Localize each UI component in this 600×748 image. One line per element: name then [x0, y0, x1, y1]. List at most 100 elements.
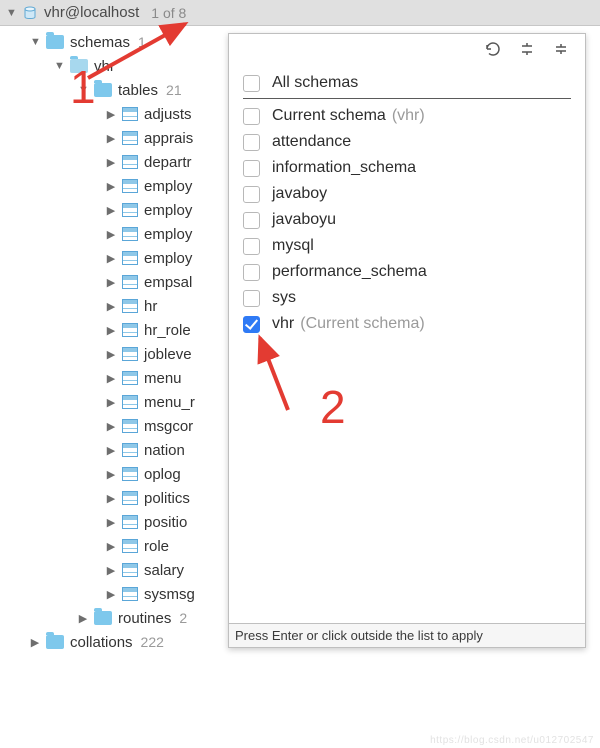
table-icon — [122, 251, 138, 265]
schema-checkbox[interactable]: performance_schema — [243, 259, 571, 285]
chevron-right-icon[interactable] — [106, 348, 116, 361]
chevron-right-icon[interactable] — [106, 564, 116, 577]
schema-label: mysql — [272, 237, 314, 255]
schemas-label: schemas — [70, 34, 130, 51]
all-schemas-checkbox[interactable]: All schemas — [243, 70, 571, 96]
checkbox-icon — [243, 212, 260, 229]
current-schema-label: Current schema — [272, 107, 386, 125]
table-label: jobleve — [144, 346, 192, 363]
chevron-right-icon[interactable] — [106, 468, 116, 481]
chevron-right-icon[interactable] — [106, 324, 116, 337]
table-icon — [122, 275, 138, 289]
chevron-right-icon[interactable] — [106, 372, 116, 385]
collapse-all-icon[interactable] — [551, 39, 571, 59]
schema-checkbox[interactable]: attendance — [243, 129, 571, 155]
table-icon — [122, 323, 138, 337]
checkbox-icon — [243, 75, 260, 92]
chevron-right-icon[interactable] — [106, 420, 116, 433]
schema-checkbox[interactable]: mysql — [243, 233, 571, 259]
table-label: menu — [144, 370, 182, 387]
database-connection-icon — [22, 5, 38, 21]
schema-visible-count[interactable]: 1 of 8 — [151, 5, 186, 21]
chevron-right-icon[interactable] — [106, 300, 116, 313]
chevron-right-icon[interactable] — [106, 252, 116, 265]
collations-count: 222 — [141, 634, 164, 650]
connection-bar: vhr@localhost 1 of 8 — [0, 0, 600, 26]
schema-checkbox[interactable]: javaboyu — [243, 207, 571, 233]
chevron-right-icon[interactable] — [106, 204, 116, 217]
folder-icon — [46, 635, 64, 649]
schema-label: attendance — [272, 133, 351, 151]
table-label: hr_role — [144, 322, 191, 339]
schema-label: javaboyu — [272, 211, 336, 229]
schema-checkbox[interactable]: vhr(Current schema) — [243, 311, 571, 337]
table-label: adjusts — [144, 106, 192, 123]
chevron-right-icon[interactable] — [106, 396, 116, 409]
chevron-down-icon[interactable] — [6, 7, 16, 19]
table-label: nation — [144, 442, 185, 459]
schema-checkbox[interactable]: sys — [243, 285, 571, 311]
divider — [243, 98, 571, 99]
chevron-right-icon[interactable] — [106, 492, 116, 505]
table-icon — [122, 107, 138, 121]
schema-label: sys — [272, 289, 296, 307]
chevron-right-icon[interactable] — [106, 108, 116, 121]
table-icon — [122, 563, 138, 577]
chevron-right-icon[interactable] — [106, 132, 116, 145]
chevron-right-icon[interactable] — [106, 588, 116, 601]
connection-title[interactable]: vhr@localhost — [44, 4, 139, 21]
schema-label: javaboy — [272, 185, 327, 203]
table-label: role — [144, 538, 169, 555]
chevron-down-icon[interactable] — [54, 60, 64, 72]
checkbox-icon — [243, 290, 260, 307]
chevron-right-icon[interactable] — [106, 156, 116, 169]
db-label: vhr — [94, 58, 115, 75]
table-label: hr — [144, 298, 157, 315]
checkbox-icon — [243, 264, 260, 281]
table-label: positio — [144, 514, 187, 531]
table-icon — [122, 227, 138, 241]
table-icon — [122, 419, 138, 433]
table-icon — [122, 587, 138, 601]
chevron-right-icon[interactable] — [30, 636, 40, 649]
chevron-right-icon[interactable] — [106, 516, 116, 529]
table-icon — [122, 539, 138, 553]
table-icon — [122, 515, 138, 529]
popup-body: All schemas Current schema (vhr) attenda… — [229, 64, 585, 623]
collations-label: collations — [70, 634, 133, 651]
chevron-right-icon[interactable] — [106, 180, 116, 193]
chevron-down-icon[interactable] — [30, 36, 40, 48]
folder-icon — [94, 83, 112, 97]
table-label: oplog — [144, 466, 181, 483]
expand-all-icon[interactable] — [517, 39, 537, 59]
checkbox-icon — [243, 160, 260, 177]
table-icon — [122, 395, 138, 409]
table-label: empsal — [144, 274, 192, 291]
watermark: https://blog.csdn.net/u012702547 — [430, 735, 594, 746]
table-label: apprais — [144, 130, 193, 147]
chevron-right-icon[interactable] — [78, 612, 88, 625]
popup-hint: Press Enter or click outside the list to… — [229, 623, 585, 647]
table-label: salary — [144, 562, 184, 579]
table-icon — [122, 299, 138, 313]
current-schema-checkbox[interactable]: Current schema (vhr) — [243, 103, 571, 129]
checkbox-icon — [243, 134, 260, 151]
schema-icon — [70, 59, 88, 73]
table-icon — [122, 203, 138, 217]
chevron-right-icon[interactable] — [106, 276, 116, 289]
chevron-right-icon[interactable] — [106, 228, 116, 241]
refresh-icon[interactable] — [483, 39, 503, 59]
table-label: menu_r — [144, 394, 195, 411]
schemas-count: 1 — [138, 34, 146, 50]
table-label: employ — [144, 226, 192, 243]
folder-icon — [46, 35, 64, 49]
schema-checkbox[interactable]: information_schema — [243, 155, 571, 181]
schema-note: (Current schema) — [300, 315, 424, 333]
table-icon — [122, 131, 138, 145]
table-label: employ — [144, 250, 192, 267]
chevron-down-icon[interactable] — [78, 84, 88, 96]
schema-checkbox[interactable]: javaboy — [243, 181, 571, 207]
chevron-right-icon[interactable] — [106, 540, 116, 553]
table-icon — [122, 443, 138, 457]
chevron-right-icon[interactable] — [106, 444, 116, 457]
